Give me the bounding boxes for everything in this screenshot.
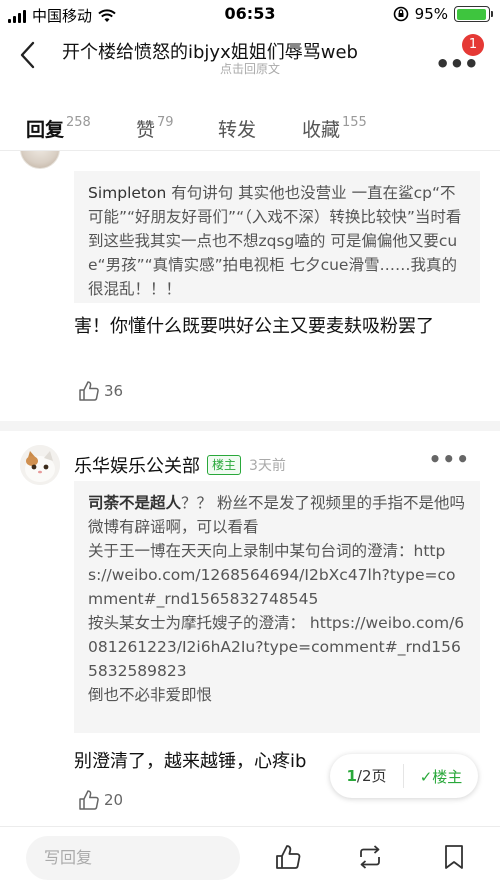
reply-input[interactable]: 写回复 bbox=[26, 836, 240, 880]
check-icon: ✓ bbox=[419, 767, 433, 786]
bottom-action-bar: 写回复 bbox=[0, 826, 500, 889]
bookmark-icon[interactable] bbox=[440, 843, 468, 871]
like-button[interactable]: 20 bbox=[78, 789, 123, 811]
comment-divider bbox=[0, 421, 500, 431]
tab-label: 转发 bbox=[218, 119, 257, 141]
tab-reposts[interactable]: 转发 bbox=[218, 115, 256, 142]
status-bar: 中国移动 06:53 95% bbox=[0, 0, 500, 30]
like-button[interactable]: 36 bbox=[78, 380, 123, 402]
like-count: 36 bbox=[104, 382, 124, 400]
tab-count: 258 bbox=[66, 115, 91, 130]
tab-label: 收藏 bbox=[302, 119, 341, 141]
tab-replies[interactable]: 回复 258 bbox=[26, 115, 91, 142]
tab-count: 155 bbox=[342, 115, 367, 130]
post-time: 3天前 bbox=[249, 458, 286, 474]
total-pages: /2页 bbox=[356, 767, 387, 785]
tab-likes[interactable]: 赞 79 bbox=[136, 115, 174, 142]
comment-more-icon[interactable]: ••• bbox=[429, 447, 470, 471]
thumbs-up-icon[interactable] bbox=[274, 843, 302, 871]
quoted-author[interactable]: Simpleton bbox=[88, 184, 166, 202]
author-name[interactable]: 乐华娱乐公关部 bbox=[74, 452, 200, 478]
page-indicator[interactable]: 1/2页 bbox=[330, 764, 404, 788]
owner-only-toggle[interactable]: ✓楼主 bbox=[404, 766, 478, 787]
comment-text: 害！你懂什么既要哄好公主又要麦麸吸粉罢了 bbox=[74, 316, 434, 337]
quoted-text: ？？ 粉丝不是发了视频里的手指不是他吗 微博有辟谣啊，可以看看 关于王一博在天天… bbox=[88, 494, 465, 704]
pagination-pill: 1/2页 ✓楼主 bbox=[330, 754, 478, 798]
nav-bar: 开个楼给愤怒的ibjyx姐姐们辱骂web 点击回原文 ••• 1 bbox=[0, 30, 500, 84]
thumbs-up-icon bbox=[79, 381, 99, 401]
tab-label: 回复 bbox=[26, 119, 65, 141]
quoted-author[interactable]: 司荼不是超人 bbox=[88, 494, 181, 512]
back-to-original-link[interactable]: 点击回原文 bbox=[0, 60, 500, 77]
tab-label: 赞 bbox=[136, 119, 156, 141]
battery-icon bbox=[454, 6, 493, 22]
quoted-reply[interactable]: 司荼不是超人？？ 粉丝不是发了视频里的手指不是他吗 微博有辟谣啊，可以看看 关于… bbox=[74, 481, 480, 733]
comment-header: 乐华娱乐公关部 楼主 3天前 bbox=[20, 445, 286, 485]
tab-bar: 回复 258 赞 79 转发 收藏 155 bbox=[0, 105, 500, 153]
battery-percent: 95% bbox=[414, 5, 448, 23]
thumbs-up-icon bbox=[79, 790, 99, 810]
rotation-lock-icon bbox=[393, 6, 408, 22]
quoted-reply[interactable]: Simpleton 有句讲句 其实他也没营业 一直在鲨cp“不可能”“好朋友好哥… bbox=[74, 171, 480, 303]
tab-favorites[interactable]: 收藏 155 bbox=[302, 115, 367, 142]
repost-icon[interactable] bbox=[356, 843, 384, 871]
cat-avatar-image bbox=[20, 445, 60, 485]
comment-list[interactable]: Simpleton 有句讲句 其实他也没营业 一直在鲨cp“不可能”“好朋友好哥… bbox=[0, 151, 500, 825]
avatar[interactable] bbox=[20, 445, 60, 485]
like-count: 20 bbox=[104, 791, 124, 809]
owner-only-label: 楼主 bbox=[432, 767, 463, 786]
notification-badge: 1 bbox=[462, 34, 484, 56]
current-page: 1 bbox=[346, 767, 357, 785]
tab-count: 79 bbox=[157, 115, 174, 130]
op-badge: 楼主 bbox=[207, 455, 242, 475]
avatar[interactable] bbox=[20, 151, 60, 169]
